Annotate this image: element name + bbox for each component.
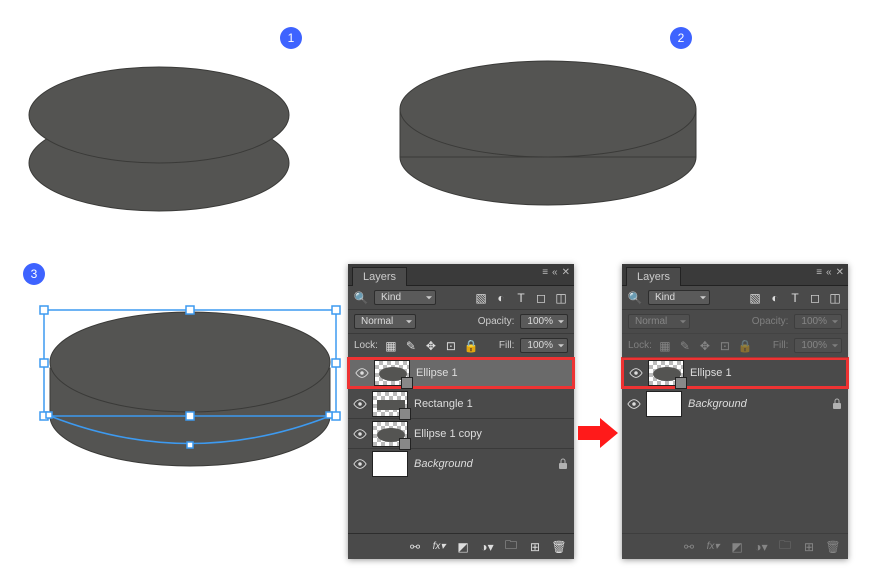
layer-name[interactable]: Background — [688, 398, 832, 410]
lock-brush-icon[interactable]: ✎ — [404, 339, 418, 353]
layer-row-ellipse-1[interactable]: Ellipse 1 — [622, 358, 848, 388]
layer-name[interactable]: Ellipse 1 copy — [414, 428, 574, 440]
layer-thumb — [646, 391, 682, 417]
blend-mode-dropdown: Normal — [628, 314, 690, 329]
layer-row-ellipse-1[interactable]: Ellipse 1 — [348, 358, 574, 388]
blend-mode-dropdown[interactable]: Normal — [354, 314, 416, 329]
delete-layer-icon[interactable]: 🗑 — [552, 540, 566, 554]
lock-all-icon: 🔒 — [738, 339, 752, 353]
panel-collapse-icon[interactable]: « — [826, 267, 832, 278]
layer-thumb — [372, 451, 408, 477]
visibility-toggle[interactable] — [350, 367, 374, 379]
step-badge-3: 3 — [23, 263, 45, 285]
arrow-icon — [578, 418, 618, 448]
visibility-toggle[interactable] — [622, 398, 646, 410]
filter-type-icon[interactable]: T — [788, 291, 802, 305]
shape-double-ellipse — [27, 53, 292, 213]
panel-close-icon[interactable]: ✕ — [836, 267, 844, 278]
visibility-toggle[interactable] — [348, 398, 372, 410]
filter-adjust-icon[interactable]: ◐ — [494, 291, 508, 305]
layer-name[interactable]: Ellipse 1 — [690, 367, 846, 379]
filter-pixel-icon[interactable]: ▧ — [748, 291, 762, 305]
panel-menu-icon[interactable]: ≡ — [542, 267, 548, 278]
new-group-icon: 🗀 — [778, 540, 792, 554]
panel-title: Layers — [637, 271, 670, 283]
visibility-toggle[interactable] — [348, 428, 372, 440]
lock-icon — [832, 398, 842, 410]
filter-smart-icon[interactable]: ◫ — [554, 291, 568, 305]
visibility-toggle[interactable] — [348, 458, 372, 470]
layer-mask-icon: ◩ — [730, 540, 744, 554]
adjustment-layer-icon[interactable]: ◑▾ — [480, 540, 494, 554]
lock-pixels-icon: ▦ — [658, 339, 672, 353]
shape-capsule — [398, 47, 698, 207]
lock-artboard-icon: ⊡ — [718, 339, 732, 353]
step-badge-2: 2 — [670, 27, 692, 49]
opacity-dropdown: 100% — [794, 314, 842, 329]
opacity-dropdown[interactable]: 100% — [520, 314, 568, 329]
layer-mask-icon[interactable]: ◩ — [456, 540, 470, 554]
adjustment-layer-icon: ◑▾ — [754, 540, 768, 554]
layers-panel-before: Layers ≡ « ✕ 🔍 Kind ▧ ◐ T ◻ ◫ Normal Opaci… — [348, 264, 574, 559]
opacity-label: Opacity: — [478, 316, 515, 327]
delete-layer-icon: 🗑 — [826, 540, 840, 554]
panel-tab-layers[interactable]: Layers — [626, 267, 681, 286]
visibility-toggle[interactable] — [624, 367, 648, 379]
layer-fx-icon: fx▾ — [706, 540, 720, 554]
filter-type-icon[interactable]: T — [514, 291, 528, 305]
filter-shape-icon[interactable]: ◻ — [534, 291, 548, 305]
layer-row-rectangle-1[interactable]: Rectangle 1 — [348, 388, 574, 418]
lock-label: Lock: — [354, 340, 378, 351]
panel-close-icon[interactable]: ✕ — [562, 267, 570, 278]
filter-kind-dropdown[interactable]: Kind — [648, 290, 710, 305]
layer-row-background[interactable]: Background — [348, 448, 574, 478]
fill-dropdown[interactable]: 100% — [520, 338, 568, 353]
filter-shape-icon[interactable]: ◻ — [808, 291, 822, 305]
shape-selected-ellipse[interactable] — [40, 286, 340, 486]
lock-position-icon: ✥ — [698, 339, 712, 353]
new-layer-icon[interactable]: ⊞ — [528, 540, 542, 554]
lock-brush-icon: ✎ — [678, 339, 692, 353]
fill-label: Fill: — [773, 340, 789, 351]
lock-artboard-icon[interactable]: ⊡ — [444, 339, 458, 353]
lock-pixels-icon[interactable]: ▦ — [384, 339, 398, 353]
layer-name[interactable]: Rectangle 1 — [414, 398, 574, 410]
layer-name[interactable]: Ellipse 1 — [416, 367, 572, 379]
lock-all-icon[interactable]: 🔒 — [464, 339, 478, 353]
filter-pixel-icon[interactable]: ▧ — [474, 291, 488, 305]
shape-badge-icon — [399, 438, 411, 450]
shape-badge-icon — [399, 408, 411, 420]
new-group-icon[interactable]: 🗀 — [504, 540, 518, 554]
lock-icon — [558, 458, 568, 470]
filter-kind-dropdown[interactable]: Kind — [374, 290, 436, 305]
panel-title: Layers — [363, 271, 396, 283]
fill-label: Fill: — [499, 340, 515, 351]
new-layer-icon: ⊞ — [802, 540, 816, 554]
panel-menu-icon[interactable]: ≡ — [816, 267, 822, 278]
fill-dropdown: 100% — [794, 338, 842, 353]
filter-smart-icon[interactable]: ◫ — [828, 291, 842, 305]
panel-tab-layers[interactable]: Layers — [352, 267, 407, 286]
layer-name[interactable]: Background — [414, 458, 558, 470]
layers-panel-after: Layers ≡ « ✕ 🔍 Kind ▧ ◐ T ◻ ◫ Normal Opaci… — [622, 264, 848, 559]
lock-position-icon[interactable]: ✥ — [424, 339, 438, 353]
layer-row-background[interactable]: Background — [622, 388, 848, 418]
shape-badge-icon — [401, 377, 413, 389]
lock-label: Lock: — [628, 340, 652, 351]
search-icon: 🔍 — [628, 291, 642, 305]
layer-fx-icon[interactable]: fx▾ — [432, 540, 446, 554]
opacity-label: Opacity: — [752, 316, 789, 327]
link-layers-icon: ⚯ — [682, 540, 696, 554]
shape-badge-icon — [675, 377, 687, 389]
search-icon: 🔍 — [354, 291, 368, 305]
panel-collapse-icon[interactable]: « — [552, 267, 558, 278]
filter-adjust-icon[interactable]: ◐ — [768, 291, 782, 305]
link-layers-icon[interactable]: ⚯ — [408, 540, 422, 554]
layer-row-ellipse-1-copy[interactable]: Ellipse 1 copy — [348, 418, 574, 448]
step-badge-1: 1 — [280, 27, 302, 49]
